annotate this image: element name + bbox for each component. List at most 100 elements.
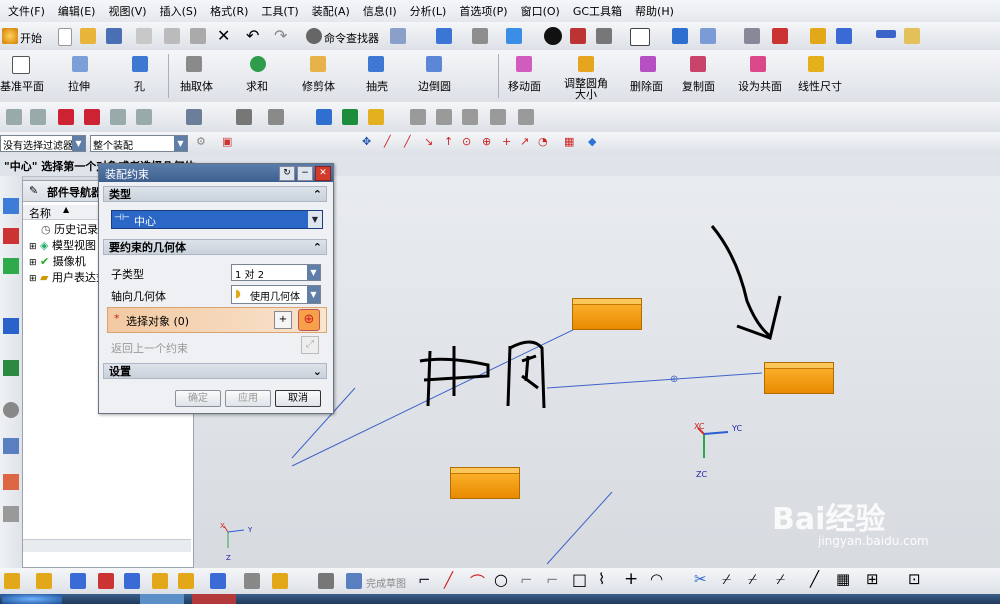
mirror-icon[interactable]: ╱ xyxy=(810,570,819,588)
web-browser-tab-icon[interactable] xyxy=(3,360,19,376)
assembly-tool-13-icon[interactable] xyxy=(410,109,426,125)
start-button[interactable]: 开始 xyxy=(20,30,42,46)
sketch-icon[interactable] xyxy=(810,28,826,44)
process-studio-tab-icon[interactable] xyxy=(3,474,19,490)
delete-icon[interactable]: ✕ xyxy=(217,26,230,45)
cube-icon[interactable] xyxy=(506,28,522,44)
add-selection-icon[interactable]: + xyxy=(274,311,292,329)
cancel-button[interactable]: 取消 xyxy=(275,390,321,407)
assembly-tool-3-icon[interactable] xyxy=(58,109,74,125)
line-icon[interactable]: ╱ xyxy=(444,571,453,589)
shell-button[interactable]: 抽壳 xyxy=(366,78,388,94)
point-icon[interactable]: + xyxy=(624,569,638,589)
new-file-icon[interactable] xyxy=(58,28,72,46)
orient-icon[interactable] xyxy=(672,28,688,44)
pin-icon[interactable]: ✎ xyxy=(29,184,38,197)
existing-point-icon[interactable]: + xyxy=(502,135,511,148)
bottom-tool-4-icon[interactable] xyxy=(98,573,114,589)
render-style-icon[interactable] xyxy=(544,27,562,45)
rectangle-icon[interactable]: □ xyxy=(572,570,587,589)
paste-icon[interactable] xyxy=(190,28,206,44)
geometry-section-header[interactable]: 要约束的几何体 ⌃ xyxy=(103,239,327,255)
expand-icon[interactable]: ⊞ xyxy=(29,258,37,268)
return-previous-constraint-icon[interactable]: ⤢ xyxy=(301,336,319,354)
project-icon[interactable]: ⊞ xyxy=(866,570,879,588)
circle-icon[interactable]: ○ xyxy=(494,570,508,589)
arc-icon[interactable]: ⌒ xyxy=(470,571,485,592)
menu-item-3[interactable]: 插入(S) xyxy=(152,3,203,19)
taskbar-app-2[interactable] xyxy=(192,594,236,604)
intersection-icon[interactable]: ↑ xyxy=(444,135,453,148)
list-item[interactable]: ⊞ ✔ 摄像机 xyxy=(29,253,86,269)
menu-item-7[interactable]: 信息(I) xyxy=(355,3,402,19)
point-on-curve-icon[interactable]: ↗ xyxy=(520,135,529,148)
pattern-icon[interactable]: ▦ xyxy=(836,570,850,588)
assembly-tool-6-icon[interactable] xyxy=(136,109,152,125)
shade-icon[interactable] xyxy=(472,28,488,44)
component-block-right[interactable] xyxy=(764,362,834,394)
menu-item-9[interactable]: 首选项(P) xyxy=(451,3,512,19)
menu-item-5[interactable]: 工具(T) xyxy=(253,3,303,19)
trim-icon[interactable]: ✂ xyxy=(694,570,707,588)
bottom-tool-9-icon[interactable] xyxy=(244,573,260,589)
menu-item-0[interactable]: 文件(F) xyxy=(0,3,50,19)
collapse-dialog-icon[interactable]: − xyxy=(297,166,313,181)
assembly-tool-12-icon[interactable] xyxy=(368,109,384,125)
assembly-tool-7-icon[interactable] xyxy=(186,109,202,125)
measure-icon[interactable] xyxy=(904,28,920,44)
assembly-tool-16-icon[interactable] xyxy=(490,109,506,125)
menu-item-8[interactable]: 分析(L) xyxy=(402,3,452,19)
help-pointer-icon[interactable] xyxy=(390,28,406,44)
snap-icon[interactable] xyxy=(772,28,788,44)
arc-center-icon[interactable]: ⊙ xyxy=(462,135,471,148)
apply-button[interactable]: 应用 xyxy=(225,390,271,407)
system-materials-tab-icon[interactable] xyxy=(3,438,19,454)
ruler-icon[interactable] xyxy=(876,30,896,38)
select-object-row[interactable]: * 选择对象 (0) + ⊕ xyxy=(107,307,327,333)
extrude-button[interactable]: 拉伸 xyxy=(68,78,90,94)
select-icon[interactable]: ▣ xyxy=(222,135,232,148)
axis-geometry-dropdown[interactable]: ◗ 使用几何体 ▼ xyxy=(231,285,321,304)
assembly-tool-14-icon[interactable] xyxy=(436,109,452,125)
bottom-tool-7-icon[interactable] xyxy=(178,573,194,589)
menu-item-10[interactable]: 窗口(O) xyxy=(513,3,565,19)
layer-icon[interactable] xyxy=(744,28,760,44)
menu-item-11[interactable]: GC工具箱 xyxy=(565,3,627,19)
bottom-tool-2-icon[interactable] xyxy=(36,573,52,589)
more-tools-icon[interactable]: ⊡ xyxy=(908,570,921,588)
bottom-tool-3-icon[interactable] xyxy=(70,573,86,589)
menu-item-4[interactable]: 格式(R) xyxy=(202,3,253,19)
assembly-tool-15-icon[interactable] xyxy=(462,109,478,125)
ok-button[interactable]: 确定 xyxy=(175,390,221,407)
start-orb-icon[interactable] xyxy=(2,594,62,604)
finish-sketch-button[interactable]: 完成草图 xyxy=(366,575,406,590)
type-section-header[interactable]: 类型 ⌃ xyxy=(103,186,327,202)
assembly-navigator-tab-icon[interactable] xyxy=(3,198,19,214)
menu-item-12[interactable]: 帮助(H) xyxy=(627,3,679,19)
linear-dimension-button[interactable]: 线性尺寸 xyxy=(798,78,842,94)
delete-face-button[interactable]: 删除面 xyxy=(630,78,663,94)
snap-point-icon[interactable]: ✥ xyxy=(362,135,371,148)
reuse-library-tab-icon[interactable] xyxy=(3,318,19,334)
filter-settings-icon[interactable]: ⚙ xyxy=(196,135,206,148)
play-icon[interactable] xyxy=(836,28,852,44)
copy-icon[interactable] xyxy=(164,28,180,44)
expand-icon[interactable]: ⊞ xyxy=(29,274,37,284)
edge-blend-button[interactable]: 边倒圆 xyxy=(418,78,451,94)
extend-icon[interactable]: ⌿ xyxy=(722,570,731,588)
move-face-button[interactable]: 移动面 xyxy=(508,78,541,94)
midpoint-icon[interactable]: ╱ xyxy=(404,135,411,148)
crosshair-select-icon[interactable]: ⊕ xyxy=(298,309,320,331)
assembly-tool-11-icon[interactable] xyxy=(342,109,358,125)
list-item[interactable]: ⊞ ◈ 模型视图 xyxy=(29,237,96,253)
resize-blend-button[interactable]: 调整圆角大小 xyxy=(564,78,608,100)
cube-view-icon[interactable]: ◆ xyxy=(588,135,596,148)
taskbar-app-1[interactable] xyxy=(140,594,184,604)
subtype-dropdown[interactable]: 1 对 2 ▼ xyxy=(231,264,321,281)
assembly-tool-2-icon[interactable] xyxy=(30,109,46,125)
component-block-top[interactable] xyxy=(572,298,642,330)
list-item[interactable]: ⊞ ▰ 用户表达式 xyxy=(29,269,107,285)
polygon-icon[interactable]: ⌇ xyxy=(598,570,605,588)
unite-button[interactable]: 求和 xyxy=(246,78,268,94)
constraint-navigator-tab-icon[interactable] xyxy=(3,228,19,244)
